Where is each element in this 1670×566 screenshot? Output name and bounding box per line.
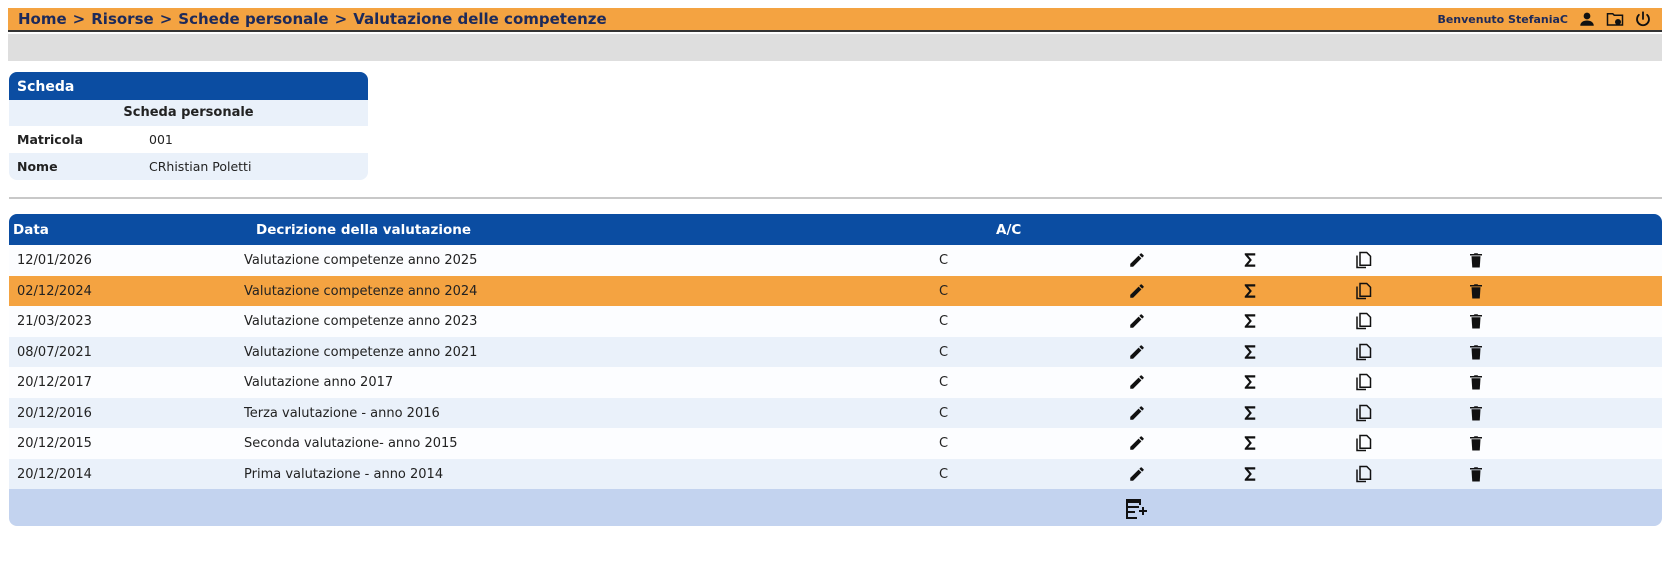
cell-ac: C (939, 283, 949, 299)
cell-date: 08/07/2021 (17, 344, 92, 360)
card-title: Scheda (9, 72, 368, 100)
delete-icon[interactable] (1467, 312, 1485, 330)
cell-date: 02/12/2024 (17, 283, 92, 299)
field-label: Nome (17, 159, 58, 174)
cell-description: Prima valutazione - anno 2014 (244, 466, 444, 482)
top-bar: Home > Risorse > Schede personale > Valu… (8, 8, 1662, 32)
cell-description: Seconda valutazione- anno 2015 (244, 436, 458, 451)
cell-description: Valutazione competenze anno 2024 (244, 283, 478, 299)
sum-icon[interactable] (1241, 434, 1259, 452)
field-nome: Nome CRhistian Poletti (9, 153, 368, 180)
breadcrumb-separator: > (159, 10, 173, 28)
copy-icon[interactable] (1354, 251, 1372, 269)
field-value: CRhistian Poletti (149, 159, 252, 174)
power-icon[interactable] (1634, 10, 1652, 28)
header-ac: A/C (996, 222, 1022, 238)
delete-icon[interactable] (1467, 434, 1485, 452)
cell-date: 20/12/2017 (17, 375, 92, 390)
cell-ac: C (939, 405, 949, 421)
copy-icon[interactable] (1354, 343, 1372, 361)
cell-ac: C (939, 344, 949, 360)
table-row[interactable]: 12/01/2026 Valutazione competenze anno 20… (9, 245, 1662, 276)
copy-icon[interactable] (1354, 312, 1372, 330)
breadcrumb-schede-personale[interactable]: Schede personale (178, 10, 328, 28)
table-body: 12/01/2026 Valutazione competenze anno 20… (9, 245, 1662, 489)
cell-date: 12/01/2026 (17, 253, 92, 268)
sum-icon[interactable] (1241, 312, 1259, 330)
cell-ac: C (939, 466, 949, 482)
table-row[interactable]: 20/12/2015 Seconda valutazione- anno 2015… (9, 428, 1662, 459)
cell-date: 20/12/2016 (17, 405, 92, 421)
sum-icon[interactable] (1241, 282, 1259, 300)
cell-description: Valutazione competenze anno 2021 (244, 344, 478, 360)
cell-date: 20/12/2014 (17, 466, 92, 482)
cell-date: 20/12/2015 (17, 436, 92, 451)
copy-icon[interactable] (1354, 434, 1372, 452)
cell-description: Valutazione competenze anno 2023 (244, 314, 478, 329)
field-matricola: Matricola 001 (9, 126, 368, 153)
cell-description: Terza valutazione - anno 2016 (244, 405, 440, 421)
cell-ac: C (939, 436, 949, 451)
breadcrumb-risorse[interactable]: Risorse (91, 10, 153, 28)
scheda-card: Scheda Scheda personale Matricola 001 No… (9, 72, 368, 180)
delete-icon[interactable] (1467, 373, 1485, 391)
sum-icon[interactable] (1241, 373, 1259, 391)
breadcrumb: Home > Risorse > Schede personale > Valu… (18, 10, 607, 28)
edit-icon[interactable] (1128, 373, 1146, 391)
user-icon[interactable] (1578, 10, 1596, 28)
edit-icon[interactable] (1128, 282, 1146, 300)
cell-description: Valutazione competenze anno 2025 (244, 253, 478, 268)
table-footer (9, 489, 1662, 526)
cell-ac: C (939, 314, 949, 329)
table-row[interactable]: 02/12/2024 Valutazione competenze anno 20… (9, 275, 1662, 306)
evaluations-table: Data Decrizione della valutazione A/C 12… (9, 214, 1662, 526)
field-value: 001 (149, 132, 173, 147)
delete-icon[interactable] (1467, 404, 1485, 422)
copy-icon[interactable] (1354, 373, 1372, 391)
welcome-text: Benvenuto StefaniaC (1437, 12, 1568, 26)
table-header: Data Decrizione della valutazione A/C (9, 214, 1662, 245)
table-row[interactable]: 20/12/2014 Prima valutazione - anno 2014 C (9, 458, 1662, 489)
folder-settings-icon[interactable] (1606, 10, 1624, 28)
header-date: Data (13, 222, 49, 238)
table-row[interactable]: 21/03/2023 Valutazione competenze anno 20… (9, 306, 1662, 337)
sum-icon[interactable] (1241, 404, 1259, 422)
edit-icon[interactable] (1128, 404, 1146, 422)
copy-icon[interactable] (1354, 404, 1372, 422)
edit-icon[interactable] (1128, 312, 1146, 330)
cell-description: Valutazione anno 2017 (244, 375, 394, 390)
cell-ac: C (939, 253, 949, 268)
table-row[interactable]: 20/12/2017 Valutazione anno 2017 C (9, 367, 1662, 398)
edit-icon[interactable] (1128, 434, 1146, 452)
table-row[interactable]: 08/07/2021 Valutazione competenze anno 20… (9, 336, 1662, 367)
delete-icon[interactable] (1467, 251, 1485, 269)
add-note-icon[interactable] (1124, 497, 1148, 521)
edit-icon[interactable] (1128, 465, 1146, 483)
cell-ac: C (939, 375, 949, 390)
delete-icon[interactable] (1467, 343, 1485, 361)
delete-icon[interactable] (1467, 465, 1485, 483)
field-label: Matricola (17, 132, 84, 147)
sum-icon[interactable] (1241, 465, 1259, 483)
sum-icon[interactable] (1241, 251, 1259, 269)
section-divider (9, 197, 1662, 199)
sum-icon[interactable] (1241, 343, 1259, 361)
breadcrumb-separator: > (72, 10, 86, 28)
toolbar-strip (8, 34, 1662, 61)
copy-icon[interactable] (1354, 282, 1372, 300)
breadcrumb-current: Valutazione delle competenze (353, 10, 607, 28)
breadcrumb-home[interactable]: Home (18, 10, 67, 28)
header-description: Decrizione della valutazione (256, 222, 471, 238)
table-row[interactable]: 20/12/2016 Terza valutazione - anno 2016 C (9, 397, 1662, 428)
card-subtitle: Scheda personale (9, 100, 368, 126)
edit-icon[interactable] (1128, 343, 1146, 361)
delete-icon[interactable] (1467, 282, 1485, 300)
edit-icon[interactable] (1128, 251, 1146, 269)
breadcrumb-separator: > (334, 10, 348, 28)
cell-date: 21/03/2023 (17, 314, 92, 329)
copy-icon[interactable] (1354, 465, 1372, 483)
user-area: Benvenuto StefaniaC (1437, 10, 1652, 28)
